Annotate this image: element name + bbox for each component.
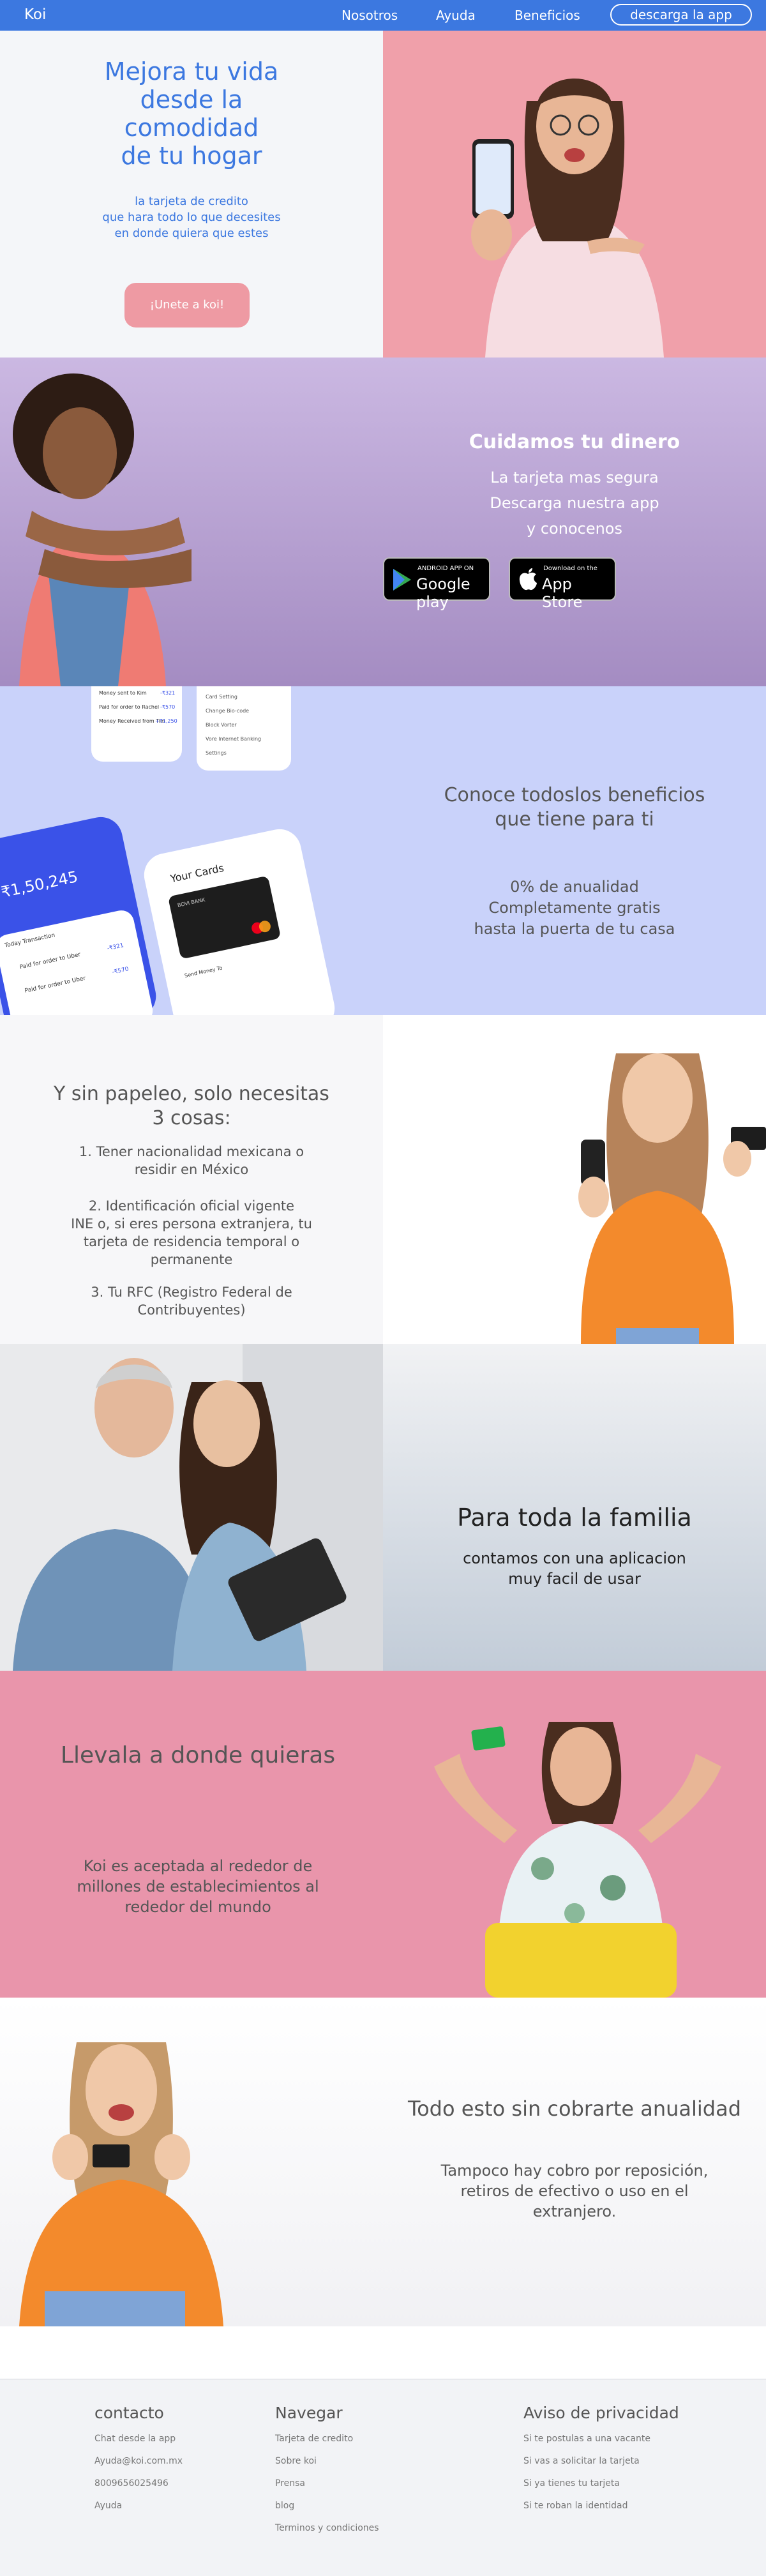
requirement-item-3: 3. Tu RFC (Registro Federal de Contribuye… — [91, 1284, 292, 1318]
benefits-title: Conoce todoslos beneficios que tiene para… — [444, 784, 705, 831]
annual-title: Todo esto sin cobrarte anualidad — [407, 2097, 742, 2121]
footer-nav-link[interactable]: Prensa — [275, 2478, 305, 2489]
nav-link-ayuda[interactable]: Ayuda — [436, 8, 476, 23]
google-play-icon — [393, 569, 411, 591]
requirements-title: Y sin papeleo, solo necesitas 3 cosas: — [54, 1083, 329, 1129]
family-title: Para toda la familia — [457, 1503, 692, 1532]
family-subtitle: contamos con una aplicacion muy facil de … — [463, 1549, 686, 1588]
footer-navegar-title: Navegar — [275, 2404, 343, 2422]
hero-photo — [383, 31, 766, 358]
woman-with-card-illustration — [578, 1053, 766, 1344]
apple-icon — [519, 568, 537, 591]
phone-cards: Your Cards BOVI BANK Send Money To — [140, 825, 339, 1015]
footer-privacy-link[interactable]: Si te postulas a una vacante — [523, 2434, 650, 2444]
money-section: Cuidamos tu dinero La tarjeta mas segura… — [0, 358, 766, 686]
hero-title: Mejora tu vida desde la comodidad de tu hog… — [104, 57, 279, 170]
google-play-badge[interactable]: ANDROID APP ON Google play — [383, 557, 490, 611]
footer-contacto-item[interactable]: Ayuda — [94, 2501, 122, 2511]
family-photo — [0, 1344, 383, 1671]
footer-nav-link[interactable]: Terminos y condiciones — [275, 2523, 379, 2533]
download-app-button[interactable]: descarga la app — [610, 4, 752, 26]
annual-section: Todo esto sin cobrarte anualidad Tampoco… — [0, 1998, 766, 2326]
money-subtitle: La tarjeta mas segura Descarga nuestra ap… — [490, 469, 659, 538]
anywhere-section: Llevala a donde quieras Koi es aceptada … — [0, 1671, 766, 1998]
family-illustration — [13, 1344, 383, 1671]
benefits-section: Money sent to Kim Paid for order to Rach… — [0, 686, 766, 1015]
footer-privacy-link[interactable]: Si vas a solicitar la tarjeta — [523, 2456, 640, 2466]
woman-showing-card-illustration — [19, 2042, 223, 2326]
footer-contacto-title: contacto — [94, 2404, 164, 2422]
nav-link-nosotros[interactable]: Nosotros — [342, 8, 398, 23]
hero-text-panel: Mejora tu vida desde la comodidad de tu hog… — [0, 31, 383, 358]
annual-subtitle: Tampoco hay cobro por reposición, retiros… — [440, 2162, 709, 2220]
money-title: Cuidamos tu dinero — [469, 431, 680, 453]
woman-hugging-illustration — [13, 373, 192, 686]
footer-contacto-item[interactable]: Chat desde la app — [94, 2434, 176, 2444]
footer-aviso-title: Aviso de privacidad — [523, 2404, 679, 2422]
phone-settings-menu: Card Setting Change Bio-code Block Vorte… — [197, 686, 291, 771]
phone-balance: ₹1,50,245 Today Transaction Paid for ord… — [0, 813, 160, 1015]
footer-nav-link[interactable]: blog — [275, 2501, 294, 2511]
requirement-item-1: 1. Tener nacionalidad mexicana o residir … — [79, 1144, 304, 1177]
footer-nav-link[interactable]: Tarjeta de credito — [275, 2434, 353, 2444]
footer-nav-link[interactable]: Sobre koi — [275, 2456, 317, 2466]
hero-subtitle: la tarjeta de credito que hara todo lo qu… — [102, 195, 281, 240]
footer-privacy-link[interactable]: Si te roban la identidad — [523, 2501, 628, 2511]
brand-logo[interactable]: Koi — [24, 6, 46, 23]
top-nav: Koi Nosotros Ayuda Beneficios descarga l… — [0, 0, 766, 31]
phone-transactions: Money sent to Kim Paid for order to Rach… — [91, 686, 182, 762]
anywhere-subtitle: Koi es aceptada al rededor de millones de… — [77, 1857, 319, 1916]
footer-privacy-link[interactable]: Si ya tienes tu tarjeta — [523, 2478, 620, 2489]
woman-with-green-card-illustration — [434, 1722, 721, 1998]
requirements-section: Y sin papeleo, solo necesitas 3 cosas: 1.… — [0, 1015, 766, 1344]
benefits-list: 0% de anualidad Completamente gratis hasta… — [474, 878, 675, 938]
app-store-badge[interactable]: Download on the App Store — [509, 557, 616, 611]
family-section: Para toda la familia contamos con una ap… — [0, 1344, 766, 1671]
nav-link-beneficios[interactable]: Beneficios — [514, 8, 580, 23]
footer-contacto-item[interactable]: 8009656025496 — [94, 2478, 169, 2489]
app-mockup: Money sent to Kim Paid for order to Rach… — [0, 686, 383, 1015]
footer-contacto-item[interactable]: Ayuda@koi.com.mx — [94, 2456, 183, 2466]
black-card: BOVI BANK — [167, 875, 282, 960]
hero-section: Mejora tu vida desde la comodidad de tu hog… — [0, 31, 766, 358]
woman-with-phone-illustration — [471, 79, 664, 358]
anywhere-title: Llevala a donde quieras — [60, 1742, 336, 1768]
join-koi-button[interactable]: ¡Unete a koi! — [124, 283, 250, 328]
requirement-item-2: 2. Identificación oficial vigente INE o, … — [71, 1198, 312, 1267]
